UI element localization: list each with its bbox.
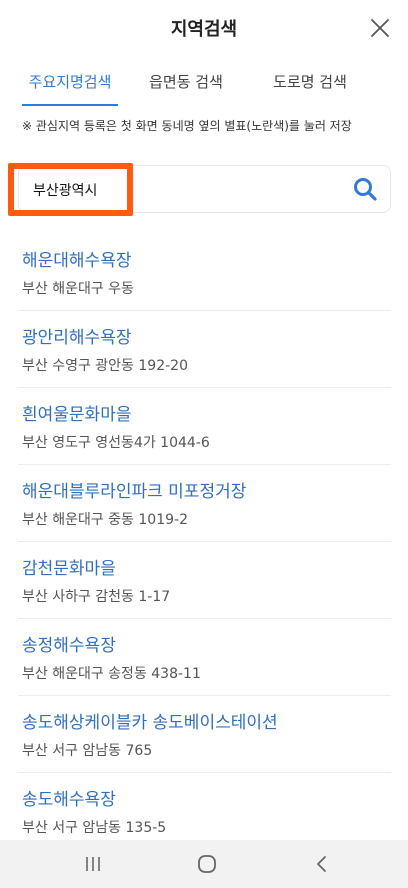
back-button[interactable] [310, 852, 334, 876]
result-address: 부산 서구 암남동 765 [22, 743, 153, 759]
system-navigation-bar [0, 840, 408, 888]
list-item[interactable]: 송정해수욕장 부산 해운대구 송정동 438-11 [18, 619, 391, 696]
search-icon [354, 178, 377, 201]
search-input[interactable] [33, 176, 273, 204]
recent-apps-button[interactable] [81, 852, 105, 876]
tab-road-name-search[interactable]: 도로명 검색 [266, 56, 354, 106]
notice-text: ※ 관심지역 등록은 첫 화면 동네명 옆의 별표(노란색)를 눌러 저장 [22, 119, 352, 133]
back-icon [317, 856, 326, 872]
home-icon [198, 855, 216, 873]
list-item[interactable]: 해운대블루라인파크 미포정거장 부산 해운대구 중동 1019-2 [18, 465, 391, 542]
result-address: 부산 수영구 광안동 192-20 [22, 358, 188, 374]
result-name: 흰여울문화마을 [22, 405, 132, 425]
home-button[interactable] [195, 852, 219, 876]
list-item[interactable]: 광안리해수욕장 부산 수영구 광안동 192-20 [18, 311, 391, 388]
result-address: 부산 해운대구 우동 [22, 281, 134, 297]
list-item[interactable]: 감천문화마을 부산 사하구 감천동 1-17 [18, 542, 391, 619]
tab-dong-search[interactable]: 읍면동 검색 [142, 56, 230, 106]
result-address: 부산 영도구 영선동4가 1044-6 [22, 435, 210, 451]
page-title: 지역검색 [170, 19, 238, 40]
recent-apps-icon [86, 857, 100, 871]
search-button[interactable] [352, 176, 380, 204]
result-address: 부산 해운대구 중동 1019-2 [22, 512, 188, 528]
result-name: 송정해수욕장 [22, 636, 116, 656]
header: 지역검색 [0, 0, 408, 56]
list-item[interactable]: 흰여울문화마을 부산 영도구 영선동4가 1044-6 [18, 388, 391, 465]
result-name: 송도해상케이블카 송도베이스테이션 [22, 713, 278, 733]
result-name: 광안리해수욕장 [22, 328, 132, 348]
close-button[interactable] [366, 14, 394, 42]
tab-bar: 주요지명검색 읍면동 검색 도로명 검색 [0, 56, 408, 106]
result-name: 감천문화마을 [22, 559, 116, 579]
result-name: 송도해수욕장 [22, 790, 116, 810]
result-name: 해운대해수욕장 [22, 251, 132, 271]
close-icon [371, 19, 389, 37]
list-item[interactable]: 해운대해수욕장 부산 해운대구 우동 [18, 234, 391, 311]
search-box [18, 165, 391, 213]
result-address: 부산 사하구 감천동 1-17 [22, 589, 171, 605]
list-item[interactable]: 송도해상케이블카 송도베이스테이션 부산 서구 암남동 765 [18, 696, 391, 773]
result-address: 부산 해운대구 송정동 438-11 [22, 666, 201, 682]
region-search-screen: 지역검색 주요지명검색 읍면동 검색 도로명 검색 ※ 관심지역 등록은 첫 화… [0, 0, 408, 888]
tab-major-place-search[interactable]: 주요지명검색 [22, 56, 118, 106]
result-address: 부산 서구 암남동 135-5 [22, 820, 167, 836]
result-name: 해운대블루라인파크 미포정거장 [22, 482, 247, 502]
list-item[interactable]: 송도해수욕장 부산 서구 암남동 135-5 [18, 773, 391, 850]
